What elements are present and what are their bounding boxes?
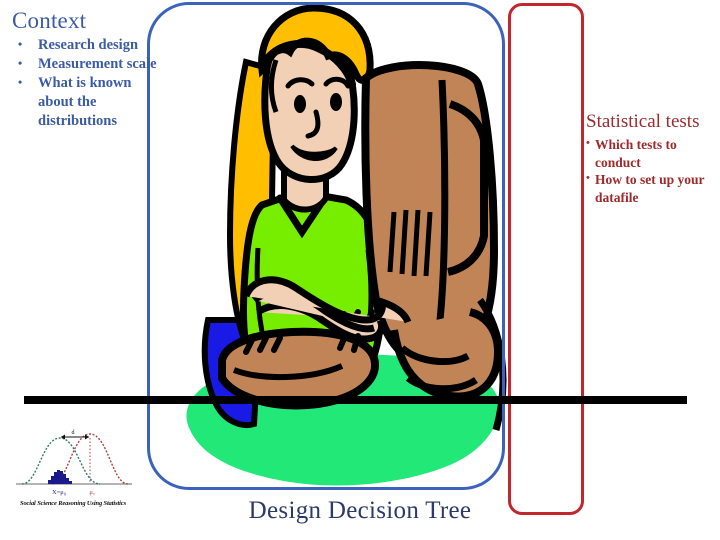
statistical-tests-text-block: Statistical tests Which tests to conduct…: [586, 110, 716, 206]
list-item: What is known about the distributions: [6, 73, 158, 131]
list-item: How to set up your datafile: [586, 170, 716, 206]
red-rounded-rectangle: [508, 3, 584, 515]
context-text-block: Context Research design Measurement scal…: [6, 8, 158, 131]
list-item: Research design: [6, 35, 158, 55]
list-item: Measurement scale: [6, 54, 158, 74]
book-left-label: X=μ₀: [52, 489, 66, 496]
statistical-tests-title: Statistical tests: [586, 111, 700, 132]
statistical-tests-bullet-list: Which tests to conduct How to set up you…: [586, 135, 716, 206]
book-title: Social Science Reasoning Using Statistic…: [20, 500, 126, 507]
list-item: Which tests to conduct: [586, 135, 716, 171]
slide-canvas: Context Research design Measurement scal…: [0, 0, 720, 540]
slide-caption: Design Decision Tree: [248, 497, 472, 524]
context-bullet-list: Research design Measurement scale What i…: [6, 35, 158, 131]
book-right-label: μₐ: [89, 489, 94, 496]
blue-rounded-rectangle: [147, 2, 505, 490]
horizontal-divider-bar: [24, 396, 687, 404]
context-title: Context: [12, 8, 87, 33]
book-cover-thumbnail: d X=μ₀ μₐ Social Science Reasoning Using…: [4, 424, 142, 516]
book-gap-label: d: [72, 430, 75, 436]
